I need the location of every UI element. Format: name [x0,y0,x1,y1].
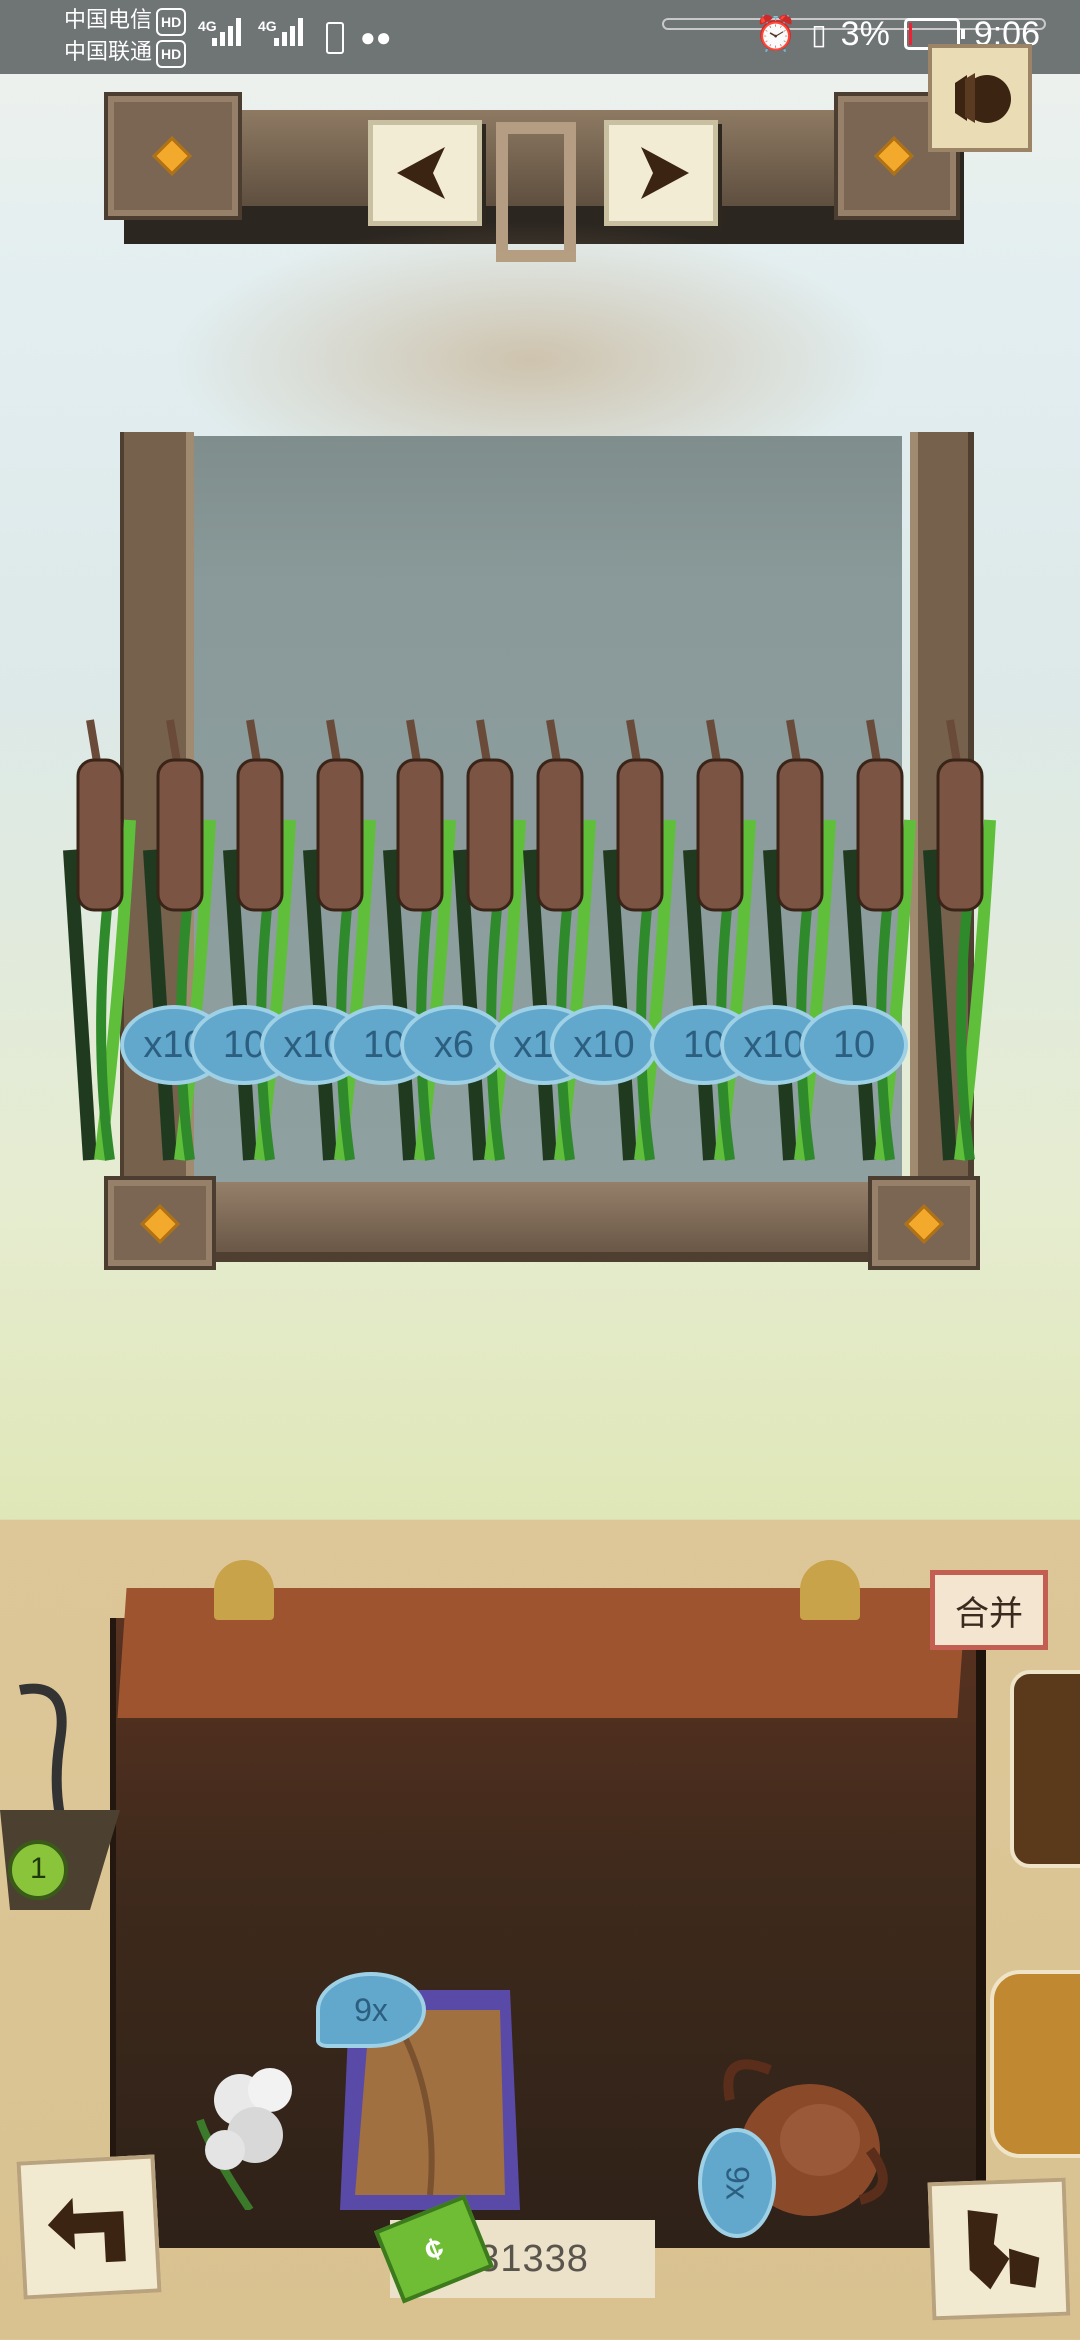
signal-icon [274,18,303,46]
coin-stack-button[interactable] [928,44,1032,152]
battery-outline-icon [326,22,344,54]
cattail-icon [300,700,380,1170]
vibrate-icon: ▯ [811,18,827,50]
cotton-flower-item[interactable] [180,2050,320,2213]
gem-icon [904,1204,944,1244]
arrow-right-icon [641,147,689,199]
wechat-icon: ●● [360,22,392,52]
pot-count-badge: 9x [698,2128,776,2238]
cattail-icon [520,700,600,1170]
cattail-icon [920,700,1000,1170]
cotton-flower-icon [196,2068,292,2213]
cattail-icon [760,700,840,1170]
arrow-left-icon [397,147,445,199]
back-arrow-icon [47,2197,126,2263]
gem-icon [140,1204,180,1244]
battery-percent: 3% [840,14,890,53]
signal-icon [212,18,241,46]
side-item-right-top[interactable] [1010,1670,1080,1868]
frame-corner-right [868,1176,980,1270]
gem-icon [874,136,914,176]
cattail-icon [140,700,220,1170]
cattail-stack[interactable]: x10 10 x10 10 x6 x10 x10 10 x10 10 [63,700,1000,1180]
map-icon [967,2210,1040,2290]
sack-item[interactable]: 9x [316,1970,530,2230]
cattail-icon [840,700,920,1170]
cattail-icon [220,700,300,1170]
cattail-icon [60,700,140,1170]
cattail-count-badge: x10 [550,1005,658,1085]
cattail-icon [450,700,530,1170]
prev-page-button[interactable] [368,120,482,226]
sack-count-badge: 9x [316,1972,426,2048]
side-tool-left[interactable]: 1 [0,1680,130,1940]
frame-corner-left [104,1176,216,1270]
alarm-icon: ⏰ [754,15,798,53]
merge-button[interactable]: 合并 [930,1570,1048,1650]
hook-tool-icon [0,1683,120,1910]
next-page-button[interactable] [604,120,718,226]
cattail-icon [600,700,680,1170]
clay-pot-item[interactable]: 9x [698,2050,890,2238]
cattail-icon [380,700,460,1170]
back-button[interactable] [16,2154,162,2300]
side-tool-count: 1 [30,1852,47,1885]
gem-icon [152,136,192,176]
coin-stack-icon [955,73,1011,123]
cattail-count-badge: 10 [800,1005,908,1085]
carrier-2: 中国联通 [64,39,153,64]
status-bar: 中国电信 HD 中国联通 HD 4G 4G ●● ⏰ ▯ 3% 9:06 [0,0,1080,74]
cattail-icon [680,700,760,1170]
side-item-right-bottom[interactable] [990,1970,1080,2158]
nav-corner-post-left [104,92,242,220]
carrier-1: 中国电信 [64,7,153,32]
map-button[interactable] [927,2177,1071,2321]
